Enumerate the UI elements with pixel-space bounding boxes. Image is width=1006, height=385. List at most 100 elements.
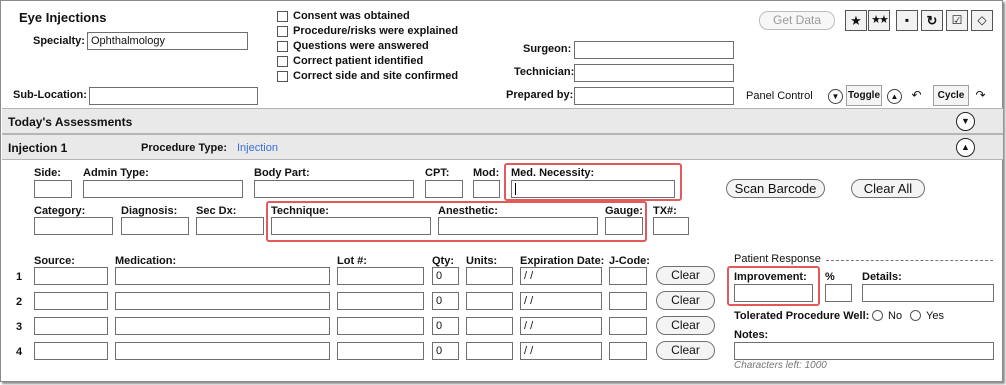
procedure-type-label: Procedure Type:: [141, 142, 227, 154]
sublocation-label: Sub-Location:: [13, 89, 87, 101]
qty-field[interactable]: 0: [432, 317, 459, 335]
panel-control-label: Panel Control: [746, 90, 813, 102]
medication-field[interactable]: [115, 317, 330, 335]
cpt-field[interactable]: [425, 180, 463, 198]
source-field[interactable]: [34, 292, 108, 310]
units-field[interactable]: [466, 267, 513, 285]
star-icon[interactable]: ★: [845, 10, 867, 31]
risks-explained-label: Procedure/risks were explained: [293, 25, 459, 37]
technique-label: Technique:: [271, 205, 329, 217]
clear-button[interactable]: Clear: [656, 341, 715, 360]
improvement-field[interactable]: [734, 284, 813, 302]
risks-explained-checkbox[interactable]: [277, 26, 288, 37]
refresh-icon[interactable]: ↻: [921, 10, 943, 31]
save-icon[interactable]: ▪: [896, 10, 918, 31]
toggle-button[interactable]: Toggle: [846, 85, 882, 106]
body-part-field[interactable]: [254, 180, 414, 198]
category-field[interactable]: [34, 217, 113, 235]
patient-identified-checkbox[interactable]: [277, 56, 288, 67]
scan-barcode-button[interactable]: Scan Barcode: [726, 179, 825, 198]
patient-response-title: Patient Response: [734, 253, 821, 265]
source-field[interactable]: [34, 267, 108, 285]
tolerated-no-radio[interactable]: [872, 310, 883, 321]
anesthetic-field[interactable]: [438, 217, 598, 235]
tolerated-yes-radio[interactable]: [910, 310, 921, 321]
admin-type-label: Admin Type:: [83, 167, 149, 179]
collapse-down-icon[interactable]: ▼: [828, 89, 843, 104]
gauge-field[interactable]: [605, 217, 643, 235]
redo-icon[interactable]: ↷: [973, 89, 988, 104]
injection-section[interactable]: Injection 1 Procedure Type: Injection ▲: [2, 134, 1003, 160]
medication-header: Medication:: [115, 255, 177, 267]
sec-dx-field[interactable]: [196, 217, 264, 235]
jcode-field[interactable]: [609, 317, 647, 335]
expiration-field[interactable]: / /: [520, 317, 602, 335]
lot-header: Lot #:: [337, 255, 367, 267]
details-field[interactable]: [862, 284, 994, 302]
source-field[interactable]: [34, 317, 108, 335]
row-number: 3: [16, 321, 23, 333]
eraser-icon[interactable]: ◇: [971, 10, 993, 31]
jcode-field[interactable]: [609, 267, 647, 285]
qty-field[interactable]: 0: [432, 292, 459, 310]
technique-field[interactable]: [271, 217, 431, 235]
clear-all-button[interactable]: Clear All: [851, 179, 925, 198]
jcode-header: J-Code:: [609, 255, 650, 267]
characters-left-hint: Characters left: 1000: [734, 360, 827, 371]
lot-field[interactable]: [337, 342, 424, 360]
prepared-by-field[interactable]: [574, 87, 734, 105]
clear-button[interactable]: Clear: [656, 316, 715, 335]
qty-field[interactable]: 0: [432, 342, 459, 360]
expiration-field[interactable]: / /: [520, 292, 602, 310]
diagnosis-field[interactable]: [121, 217, 189, 235]
notes-field[interactable]: [734, 342, 994, 360]
specialty-field[interactable]: Ophthalmology: [87, 32, 248, 50]
consent-checkbox[interactable]: [277, 11, 288, 22]
double-star-icon[interactable]: ★★: [868, 10, 890, 31]
lot-field[interactable]: [337, 267, 424, 285]
units-field[interactable]: [466, 342, 513, 360]
prepared-by-label: Prepared by:: [506, 89, 574, 101]
chevron-down-icon[interactable]: ▼: [956, 112, 975, 131]
side-field[interactable]: [34, 180, 72, 198]
medication-field[interactable]: [115, 292, 330, 310]
units-field[interactable]: [466, 292, 513, 310]
chevron-up-icon[interactable]: ▲: [956, 138, 975, 157]
med-necessity-field[interactable]: [511, 180, 675, 198]
expand-up-icon[interactable]: ▲: [887, 89, 902, 104]
procedure-type-value[interactable]: Injection: [237, 142, 278, 154]
technician-field[interactable]: [574, 64, 734, 82]
clipboard-check-icon[interactable]: ☑: [946, 10, 968, 31]
side-site-confirmed-checkbox[interactable]: [277, 71, 288, 82]
jcode-field[interactable]: [609, 342, 647, 360]
admin-type-field[interactable]: [83, 180, 243, 198]
cycle-button[interactable]: Cycle: [933, 85, 969, 106]
tx-field[interactable]: [653, 217, 689, 235]
surgeon-label: Surgeon:: [523, 43, 572, 55]
questions-answered-label: Questions were answered: [293, 40, 429, 52]
expiration-field[interactable]: / /: [520, 342, 602, 360]
todays-assessments-section[interactable]: Today's Assessments ▼: [2, 108, 1003, 134]
source-field[interactable]: [34, 342, 108, 360]
surgeon-field[interactable]: [574, 41, 734, 59]
questions-answered-checkbox[interactable]: [277, 41, 288, 52]
mod-field[interactable]: [473, 180, 500, 198]
clear-button[interactable]: Clear: [656, 266, 715, 285]
clear-button[interactable]: Clear: [656, 291, 715, 310]
undo-icon[interactable]: ↶: [909, 89, 924, 104]
get-data-button[interactable]: Get Data: [759, 11, 835, 30]
medication-field[interactable]: [115, 342, 330, 360]
medication-field[interactable]: [115, 267, 330, 285]
percent-field[interactable]: [825, 284, 852, 302]
tolerated-no-label: No: [888, 310, 903, 322]
panel-title: Eye Injections: [19, 10, 107, 25]
lot-field[interactable]: [337, 292, 424, 310]
notes-label: Notes:: [734, 329, 769, 341]
sublocation-field[interactable]: [89, 87, 258, 105]
qty-field[interactable]: 0: [432, 267, 459, 285]
expiration-field[interactable]: / /: [520, 267, 602, 285]
units-field[interactable]: [466, 317, 513, 335]
jcode-field[interactable]: [609, 292, 647, 310]
gauge-label: Gauge:: [605, 205, 643, 217]
lot-field[interactable]: [337, 317, 424, 335]
